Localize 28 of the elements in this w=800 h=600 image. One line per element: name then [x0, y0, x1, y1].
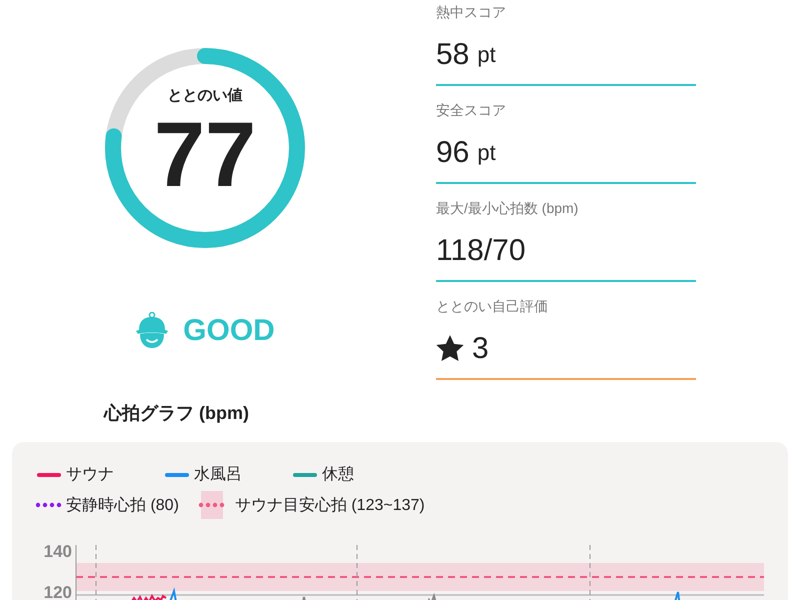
- line-swatch-icon: [292, 472, 318, 478]
- legend-label: サウナ: [66, 465, 114, 485]
- line-swatch-icon: [164, 472, 190, 478]
- axis-label: 120: [44, 583, 72, 600]
- metric-unit: pt: [477, 42, 496, 68]
- sauna-hat-face-icon: [135, 312, 170, 350]
- axis-label: 140: [44, 542, 72, 561]
- metric-value: 96: [436, 136, 470, 169]
- chart-title: 心拍グラフ (bpm): [104, 402, 249, 425]
- metric-label: 最大/最小心拍数 (bpm): [436, 200, 578, 218]
- dotted-line-icon: [36, 502, 62, 508]
- metric-value: 3: [472, 332, 489, 365]
- legend-label: 水風呂: [194, 464, 242, 485]
- metric-unit: pt: [477, 140, 496, 166]
- star-icon: [436, 335, 464, 362]
- gauge-value: 77: [154, 109, 256, 201]
- metric-value: 118/70: [436, 234, 526, 267]
- metric-value: 58: [436, 38, 470, 71]
- metric-label: ととのい自己評価: [436, 298, 548, 316]
- gauge-label: ととのい値: [168, 86, 242, 105]
- legend-label: 安静時心拍 (80): [66, 496, 179, 516]
- cold-bath-line: [169, 587, 178, 600]
- metric-label: 熱中スコア: [436, 4, 506, 22]
- rating-text: GOOD: [183, 314, 275, 348]
- legend-label: サウナ目安心拍 (123~137): [234, 496, 425, 516]
- legend-label: 休憩: [322, 465, 354, 485]
- metric-label: 安全スコア: [436, 102, 506, 120]
- line-swatch-icon: [36, 472, 62, 478]
